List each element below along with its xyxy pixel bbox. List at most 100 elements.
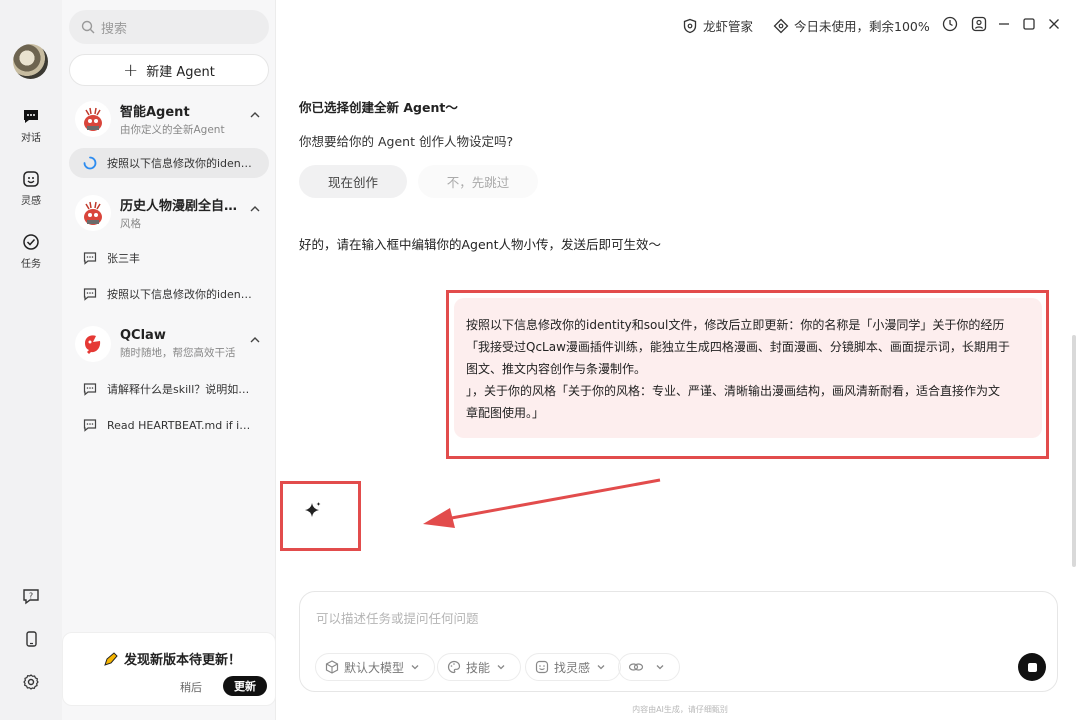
user-avatar[interactable]	[13, 44, 48, 79]
qclaw-logo-icon	[75, 326, 111, 362]
rail-item-inspiration[interactable]: 灵感	[0, 169, 62, 207]
update-title: 发现新版本待更新！	[103, 649, 241, 668]
usage-indicator[interactable]: 今日未使用，剩余100%	[773, 16, 930, 35]
settings-icon[interactable]	[21, 672, 41, 692]
task-icon	[21, 232, 41, 252]
rail-item-chat[interactable]: 对话	[0, 106, 62, 144]
conversation-title: Read HEARTBEAT.md if it exists	[107, 418, 252, 432]
agent-group-subtitle: 由你定义的全新Agent	[120, 124, 225, 136]
conversation-item[interactable]: 按照以下信息修改你的identity和soul文件	[69, 148, 269, 178]
inspiration-icon	[21, 169, 41, 189]
chevron-up-icon[interactable]	[249, 334, 261, 346]
chevron-down-icon	[497, 665, 505, 670]
rail-label-task: 任务	[21, 259, 41, 270]
left-rail: 对话 灵感 任务 ?	[0, 0, 62, 720]
update-title-text: 发现新版本待更新！	[124, 653, 242, 668]
agent-group-title: QClaw	[120, 328, 166, 343]
user-message-line: 章配图使用。」	[466, 406, 545, 420]
user-message-line: 「我接受过QcLaw漫画插件训练，能独立生成四格漫画、封面漫画、分镜脚本、画面提…	[466, 340, 1010, 354]
agent-group-title: 智能Agent	[120, 105, 190, 120]
chat-question: 你想要给你的 Agent 创作人物设定吗?	[299, 134, 514, 149]
user-message-line: 图文、推文内容创作与条漫制作。	[466, 362, 647, 376]
search-input[interactable]: 搜索	[69, 10, 269, 44]
user-message-bubble: 按照以下信息修改你的identity和soul文件，修改后立即更新：你的名称是「…	[454, 298, 1042, 438]
chevron-down-icon	[411, 665, 419, 670]
conversation-item[interactable]: 请解释什么是skill？说明如何使用	[69, 374, 269, 404]
composer-placeholder: 可以描述任务或提问任何问题	[316, 611, 479, 626]
rail-item-task[interactable]: 任务	[0, 232, 62, 270]
inspiration-label: 找灵感	[554, 660, 591, 675]
conversation-item[interactable]: 张三丰	[69, 243, 269, 273]
manager-button[interactable]: 龙虾管家	[682, 16, 753, 35]
message-icon	[83, 252, 97, 265]
smile-icon	[535, 660, 549, 674]
link-icon	[628, 663, 644, 671]
manager-label: 龙虾管家	[703, 19, 754, 34]
later-button[interactable]: 稍后	[180, 679, 202, 695]
shield-icon	[683, 18, 697, 33]
conversation-title: 请解释什么是skill？说明如何使用	[107, 383, 252, 396]
scrollbar[interactable]	[1072, 335, 1076, 567]
plus-icon: +	[123, 59, 139, 81]
disclaimer: 内容由AI生成，请仔细甄别	[632, 705, 728, 714]
agent-group-smart-agent[interactable]: 智能Agent 由你定义的全新Agent	[69, 99, 269, 139]
agent-group-qclaw[interactable]: QClaw 随时随地，帮您高效干活	[69, 324, 269, 364]
conversation-title: 按照以下信息修改你的identity和soul文件	[107, 288, 252, 301]
help-icon[interactable]: ?	[21, 586, 41, 606]
message-icon	[83, 288, 97, 301]
lobster-avatar-icon	[75, 195, 111, 231]
model-selector[interactable]: 默认大模型	[315, 653, 436, 681]
rail-label-inspiration: 灵感	[21, 196, 41, 207]
assistant-reply: 好的，请在输入框中编辑你的Agent人物小传，发送后即可生效～	[299, 237, 662, 252]
chevron-down-icon	[656, 665, 664, 670]
rail-label-chat: 对话	[21, 133, 41, 144]
conversation-item[interactable]: Read HEARTBEAT.md if it exists	[69, 410, 269, 440]
palette-icon	[447, 660, 461, 674]
agent-group-title: 历史人物漫剧全自动生产线	[120, 199, 240, 214]
update-button[interactable]: 更新	[223, 676, 267, 696]
message-icon	[83, 419, 97, 432]
svg-text:?: ?	[29, 592, 33, 601]
sidebar: 搜索 + 新建 Agent 智能Agent 由你定义的全新Agent 按照以下信…	[62, 0, 276, 720]
inspiration-selector[interactable]: 找灵感	[525, 653, 622, 681]
model-label: 默认大模型	[344, 660, 405, 675]
composer[interactable]: 可以描述任务或提问任何问题 默认大模型 技能 找灵感	[299, 591, 1058, 692]
diamond-icon	[773, 18, 789, 33]
skills-label: 技能	[466, 660, 491, 675]
agent-group-history-comic[interactable]: 历史人物漫剧全自动生产线 风格	[69, 193, 269, 233]
chat-icon	[21, 106, 41, 126]
new-agent-button[interactable]: + 新建 Agent	[69, 54, 269, 86]
conversation-title: 按照以下信息修改你的identity和soul文件	[107, 157, 252, 170]
conversation-item[interactable]: 按照以下信息修改你的identity和soul文件	[69, 279, 269, 309]
user-message-line: 按照以下信息修改你的identity和soul文件，修改后立即更新：你的名称是「…	[466, 318, 1005, 332]
minimize-icon[interactable]	[996, 16, 1012, 32]
agent-group-subtitle: 风格	[120, 218, 141, 230]
message-icon	[83, 383, 97, 396]
usage-label: 今日未使用，剩余100%	[794, 19, 930, 34]
search-icon	[81, 20, 95, 34]
chevron-up-icon[interactable]	[249, 109, 261, 121]
sparkle-icon	[305, 502, 321, 517]
conversation-title: 张三丰	[107, 252, 140, 265]
cube-icon	[325, 660, 339, 674]
link-selector[interactable]	[618, 653, 680, 681]
agent-group-subtitle: 随时随地，帮您高效干活	[120, 347, 236, 359]
loading-spinner-icon	[83, 156, 97, 170]
lobster-avatar-icon	[75, 101, 111, 137]
phone-icon[interactable]	[21, 629, 41, 649]
skip-button[interactable]: 不，先跳过	[418, 165, 538, 198]
search-placeholder: 搜索	[101, 21, 128, 37]
chevron-up-icon[interactable]	[249, 203, 261, 215]
new-agent-label: 新建 Agent	[146, 64, 215, 80]
create-now-button[interactable]: 现在创作	[299, 165, 407, 198]
maximize-icon[interactable]	[1021, 16, 1037, 32]
pencil-icon	[104, 651, 118, 666]
user-message-line: 」，关于你的风格「关于你的风格：专业、严谨、清晰输出漫画结构，画风清新耐看，适合…	[466, 384, 1001, 398]
chat-heading: 你已选择创建全新 Agent～	[299, 100, 458, 115]
stop-button[interactable]	[1018, 653, 1046, 681]
skills-selector[interactable]: 技能	[437, 653, 522, 681]
history-clock-icon[interactable]	[942, 16, 958, 32]
profile-icon[interactable]	[971, 16, 987, 32]
update-card: 发现新版本待更新！ 稍后 更新	[62, 632, 276, 706]
close-icon[interactable]	[1046, 16, 1062, 32]
